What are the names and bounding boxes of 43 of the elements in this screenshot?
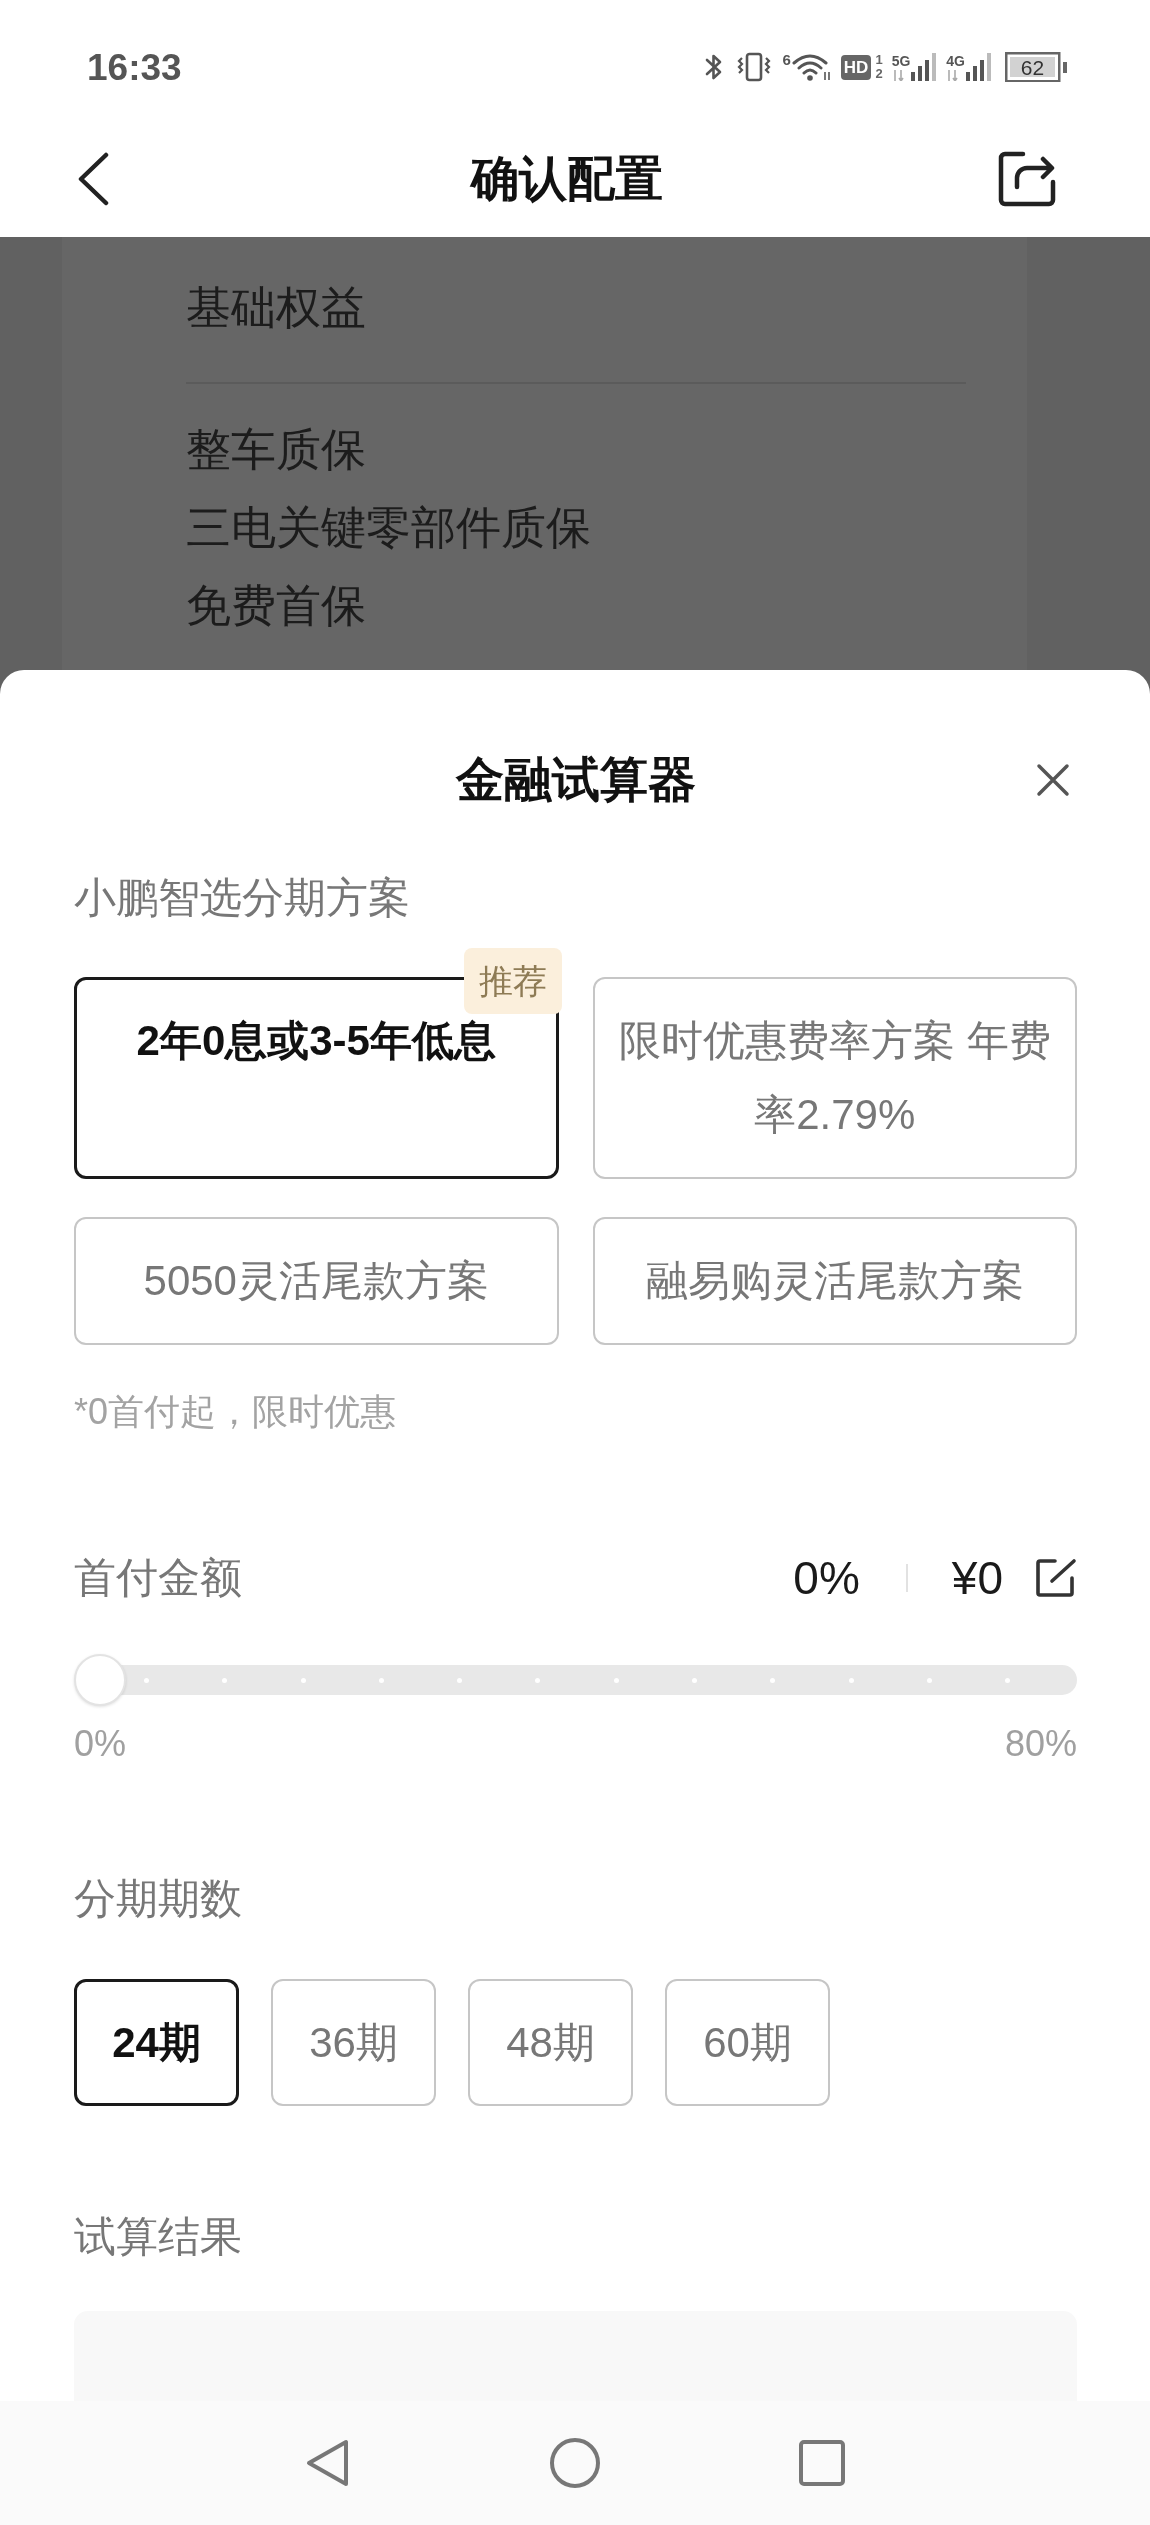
sim-slot-label: 2 xyxy=(875,67,883,81)
recents-square-icon[interactable] xyxy=(798,2439,846,2487)
page-title: 确认配置 xyxy=(470,150,663,207)
plan-note: *0首付起，限时优惠 xyxy=(74,1390,398,1434)
term-option[interactable]: 48期 xyxy=(468,1979,633,2106)
section-label: 首付金额 xyxy=(74,1553,242,1603)
plan-option[interactable]: 5050灵活尾款方案 xyxy=(74,1217,559,1345)
signal-icon xyxy=(966,53,992,81)
plan-option[interactable]: 融易购灵活尾款方案 xyxy=(592,1217,1077,1345)
down-payment-amount: ¥0 xyxy=(951,1555,1003,1601)
network-type-label: 5G xyxy=(891,54,911,68)
signal-icon xyxy=(911,53,938,81)
network-type-label: 4G xyxy=(946,54,965,68)
recommend-tag: 推荐 xyxy=(463,948,562,1014)
data-arrows-icon xyxy=(946,70,959,81)
wifi-standard-label: 6 xyxy=(782,52,791,67)
status-time: 16:33 xyxy=(87,48,182,86)
wifi-icon xyxy=(791,52,832,82)
sim-slot-label: 1 xyxy=(875,53,883,67)
benefit-item: 三电关键零部件质保 xyxy=(186,501,592,555)
benefit-item: 免费首保 xyxy=(186,579,367,633)
term-option[interactable]: 36期 xyxy=(271,1979,436,2106)
close-icon[interactable] xyxy=(1036,763,1070,797)
term-option[interactable]: 24期 xyxy=(74,1979,239,2106)
section-label: 试算结果 xyxy=(74,2212,243,2262)
section-title: 基础权益 xyxy=(186,281,367,335)
section-label: 小鹏智选分期方案 xyxy=(74,873,411,923)
plan-option[interactable]: 限时优惠费率方案 年费率2.79% xyxy=(592,977,1077,1179)
slider-thumb[interactable] xyxy=(74,1654,126,1706)
home-circle-icon[interactable] xyxy=(549,2437,601,2489)
slider-max-label: 80% xyxy=(1004,1722,1077,1766)
section-label: 分期期数 xyxy=(74,1874,243,1924)
term-option[interactable]: 60期 xyxy=(665,1979,830,2106)
back-icon[interactable] xyxy=(76,151,110,206)
slider-min-label: 0% xyxy=(74,1722,127,1766)
edit-icon[interactable] xyxy=(1035,1558,1077,1598)
down-payment-percent: 0% xyxy=(793,1555,860,1601)
sheet-title: 金融试算器 xyxy=(455,752,696,809)
benefit-item: 整车质保 xyxy=(186,423,367,477)
down-payment-slider[interactable] xyxy=(74,1654,1077,1706)
data-arrows-icon xyxy=(891,70,904,81)
hd-indicator: HD xyxy=(840,54,872,80)
battery-indicator: 62 xyxy=(1005,52,1067,82)
